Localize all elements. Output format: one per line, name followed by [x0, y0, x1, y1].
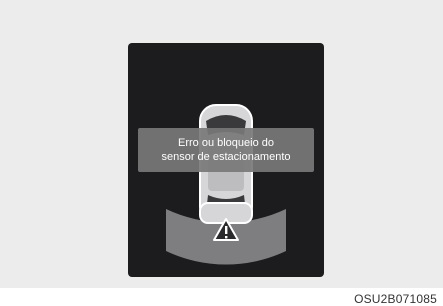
- message-line-1: Erro ou bloqueio do: [177, 137, 274, 149]
- message-line-2: sensor de estacionamento: [161, 151, 291, 163]
- cluster-display: Erro ou bloqueio do sensor de estacionam…: [128, 43, 324, 277]
- parking-sensor-error-message: Erro ou bloqueio do sensor de estacionam…: [138, 128, 314, 172]
- figure-code-label: OSU2B071085: [354, 292, 437, 306]
